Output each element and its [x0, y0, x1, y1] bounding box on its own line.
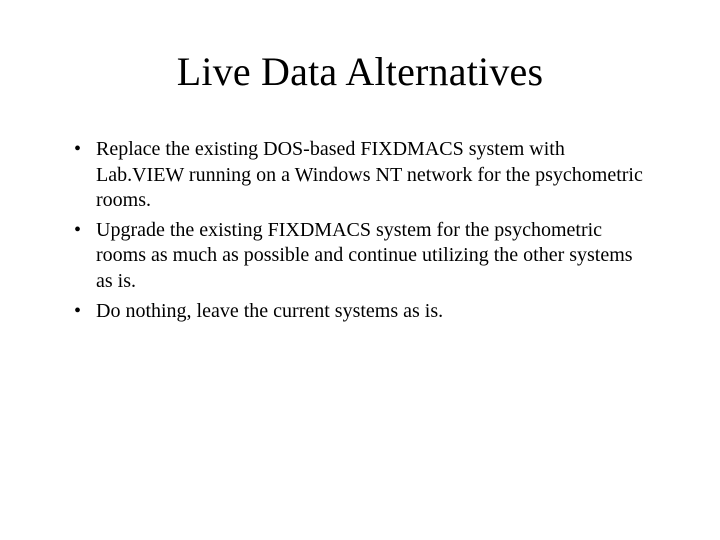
list-item: Upgrade the existing FIXDMACS system for…: [70, 218, 650, 295]
bullet-list: Replace the existing DOS-based FIXDMACS …: [70, 137, 650, 324]
list-item: Replace the existing DOS-based FIXDMACS …: [70, 137, 650, 214]
list-item: Do nothing, leave the current systems as…: [70, 299, 650, 325]
slide-title: Live Data Alternatives: [70, 48, 650, 95]
slide: Live Data Alternatives Replace the exist…: [0, 0, 720, 540]
